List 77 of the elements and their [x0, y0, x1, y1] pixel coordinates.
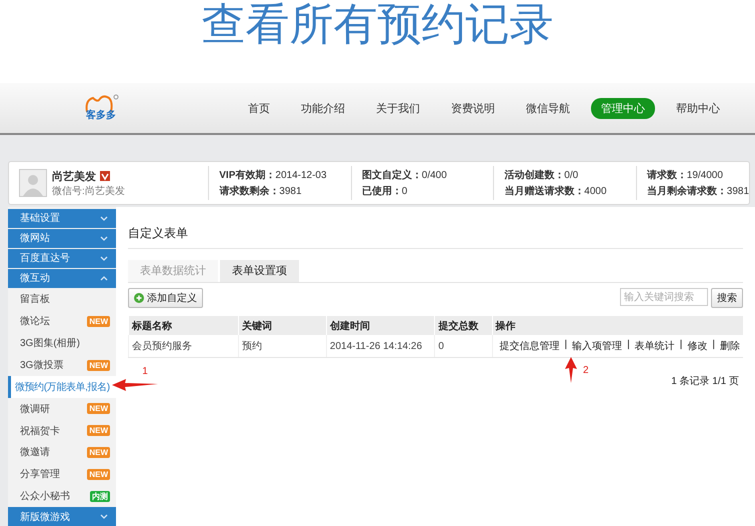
section-title: 自定义表单 — [128, 225, 743, 249]
nav-link[interactable]: 帮助中心 — [666, 98, 730, 118]
sidebar-item[interactable]: 微调研 NEW — [8, 398, 116, 420]
badge: NEW — [87, 446, 110, 458]
stat-text: 当月剩余请求数：3981 — [646, 184, 750, 198]
sidebar-item[interactable]: 分享管理 NEW — [8, 463, 116, 486]
badge: NEW — [87, 468, 110, 480]
plus-icon — [134, 293, 144, 303]
page-title: 查看所有预约记录 — [202, 0, 554, 50]
action-link[interactable]: 表单统计 — [634, 339, 675, 353]
action-link[interactable]: 修改 — [687, 339, 708, 353]
stat-text: 活动创建数：0/0 — [504, 168, 580, 182]
stat-text: 当月赠送请求数：4000 — [504, 184, 608, 198]
user-name: 尚艺美发 — [52, 169, 96, 184]
stat-text: 图文自定义：0/400 — [362, 168, 448, 182]
tab[interactable]: 表单设置项 — [220, 260, 299, 282]
sidebar-section[interactable]: 微互动 — [8, 268, 116, 288]
wechat-id: 微信号:尚艺美发 — [52, 184, 125, 198]
sidebar-item[interactable]: 3G图集(相册) — [8, 332, 116, 354]
table-cell: 会员预约服务 — [128, 335, 238, 358]
stat-text: 已使用：0 — [362, 184, 408, 198]
chevron-up-icon — [100, 274, 108, 282]
sidebar-item[interactable]: 微邀请 NEW — [8, 442, 116, 464]
search-field[interactable]: 输入关键词搜索 — [620, 288, 708, 306]
sidebar-item[interactable]: 公众小秘书 内测 — [8, 485, 116, 508]
separator: | — [680, 339, 682, 352]
pagination-text: 1 条记录 1/1 页 — [670, 375, 740, 388]
add-button[interactable]: 添加自定义 — [128, 288, 203, 308]
sidebar-section[interactable]: 微网站 — [8, 228, 116, 248]
stat-text: 请求数剩余：3981 — [219, 184, 303, 198]
stat-text: 请求数：19/4000 — [646, 168, 724, 182]
action-link[interactable]: 删除 — [720, 339, 740, 353]
nav-link[interactable]: 管理中心 — [591, 98, 655, 118]
sidebar-section[interactable]: 百度直达号 — [8, 248, 116, 268]
search-button[interactable]: 搜索 — [711, 288, 743, 308]
logo-text: 客多多 — [86, 108, 116, 122]
nav-link[interactable]: 关于我们 — [366, 98, 430, 118]
annotation-label: 2 — [583, 364, 589, 376]
nav-link[interactable]: 资费说明 — [441, 98, 505, 118]
table-cell: 2014-11-26 14:14:26 — [326, 335, 435, 358]
nav-link[interactable]: 首页 — [238, 98, 280, 118]
chevron-down-icon — [100, 254, 108, 262]
column-header: 提交总数 — [434, 316, 492, 335]
table-cell: 预约 — [238, 335, 326, 358]
action-link[interactable]: 输入项管理 — [572, 339, 622, 353]
sidebar-item[interactable]: 留言板 — [8, 288, 116, 310]
sidebar-section[interactable]: 新版微游戏 — [8, 507, 116, 526]
separator: | — [564, 339, 568, 352]
annotation-label: 1 — [142, 366, 148, 377]
separator: | — [627, 339, 630, 352]
badge: NEW — [87, 316, 110, 327]
chevron-down-icon — [100, 513, 108, 520]
separator: | — [712, 339, 715, 352]
badge: 内测 — [90, 490, 110, 502]
sidebar-item[interactable]: 祝福贺卡 NEW — [8, 420, 116, 442]
nav-link[interactable]: 微信导航 — [516, 98, 580, 118]
verified-icon — [100, 171, 110, 181]
sidebar-item[interactable]: 微预约(万能表单,报名) — [8, 376, 116, 398]
arrow-icon — [565, 357, 577, 383]
avatar-icon — [19, 169, 47, 197]
badge: NEW — [87, 403, 110, 414]
sidebar-item[interactable]: 3G微投票 NEW — [8, 354, 116, 376]
table-cell: 0 — [434, 335, 492, 358]
nav-link[interactable]: 功能介绍 — [291, 98, 355, 118]
action-link[interactable]: 提交信息管理 — [500, 339, 560, 353]
chevron-down-icon — [100, 214, 108, 222]
badge: NEW — [87, 360, 110, 370]
badge: NEW — [87, 425, 110, 436]
chevron-down-icon — [100, 234, 108, 242]
column-header: 关键词 — [238, 316, 326, 335]
column-header: 操作 — [492, 316, 743, 335]
sidebar-item[interactable]: 微论坛 NEW — [8, 310, 116, 332]
sidebar-section[interactable]: 基础设置 — [8, 209, 116, 228]
arrow-icon — [112, 379, 158, 391]
stat-text: VIP有效期：2014-12-03 — [219, 168, 328, 182]
column-header: 标题名称 — [128, 316, 238, 335]
column-header: 创建时间 — [326, 316, 435, 335]
